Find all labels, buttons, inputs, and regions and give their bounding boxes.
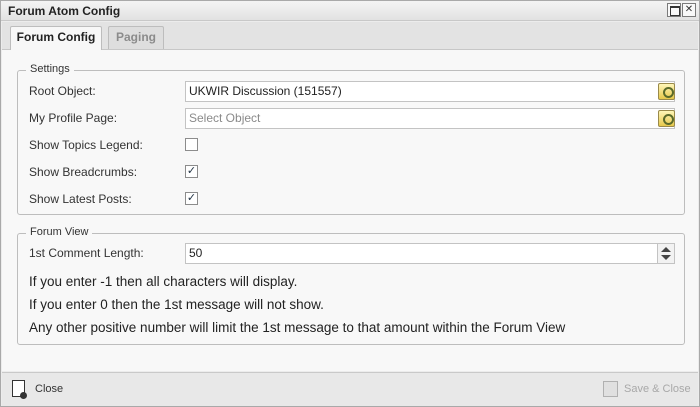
comment-length-stepper[interactable] [657,243,675,264]
footer-bar: Close Save & Close [2,372,698,406]
object-picker-icon[interactable] [658,83,675,100]
save-close-button[interactable]: Save & Close [600,380,691,400]
comment-length-label: 1st Comment Length: [29,246,144,260]
object-picker-icon[interactable] [658,110,675,127]
tab-content: Settings Root Object: UKWIR Discussion (… [2,49,698,371]
document-close-icon [12,380,27,399]
my-profile-page-field[interactable]: Select Object [185,108,675,129]
comment-length-input[interactable]: 50 [185,243,675,264]
close-button-label: Close [35,383,64,395]
spin-down-icon[interactable] [661,255,671,260]
forum-view-legend: Forum View [26,226,93,238]
show-latest-posts-label: Show Latest Posts: [29,192,132,206]
window-title: Forum Atom Config [8,4,121,18]
show-breadcrumbs-label: Show Breadcrumbs: [29,165,138,179]
settings-legend: Settings [26,63,74,75]
show-topics-legend-checkbox[interactable] [185,138,198,151]
info-line: If you enter 0 then the 1st message will… [29,297,324,312]
maximize-icon[interactable] [667,3,681,17]
root-object-label: Root Object: [29,84,96,98]
root-object-field[interactable]: UKWIR Discussion (151557) ✕ [185,81,675,102]
spin-up-icon[interactable] [661,247,671,252]
tab-bar: Forum Config Paging [2,22,698,50]
my-profile-page-label: My Profile Page: [29,111,118,125]
forum-view-group: Forum View 1st Comment Length: 50 If you… [17,226,685,345]
title-bar: Forum Atom Config ✕ [1,1,699,21]
close-window-icon[interactable]: ✕ [682,3,696,17]
info-line: Any other positive number will limit the… [29,320,566,335]
tab-paging[interactable]: Paging [108,26,164,49]
save-close-label: Save & Close [624,383,691,395]
settings-group: Settings Root Object: UKWIR Discussion (… [17,63,685,215]
my-profile-page-placeholder: Select Object [189,111,261,125]
tab-forum-config[interactable]: Forum Config [10,26,102,50]
show-latest-posts-checkbox[interactable]: ✓ [185,192,198,205]
info-line: If you enter -1 then all characters will… [29,274,298,289]
save-icon [603,381,618,397]
show-breadcrumbs-checkbox[interactable]: ✓ [185,165,198,178]
config-window: Forum Atom Config ✕ Forum Config Paging … [0,0,700,407]
root-object-value: UKWIR Discussion (151557) [189,84,342,98]
show-topics-legend-label: Show Topics Legend: [29,138,143,152]
